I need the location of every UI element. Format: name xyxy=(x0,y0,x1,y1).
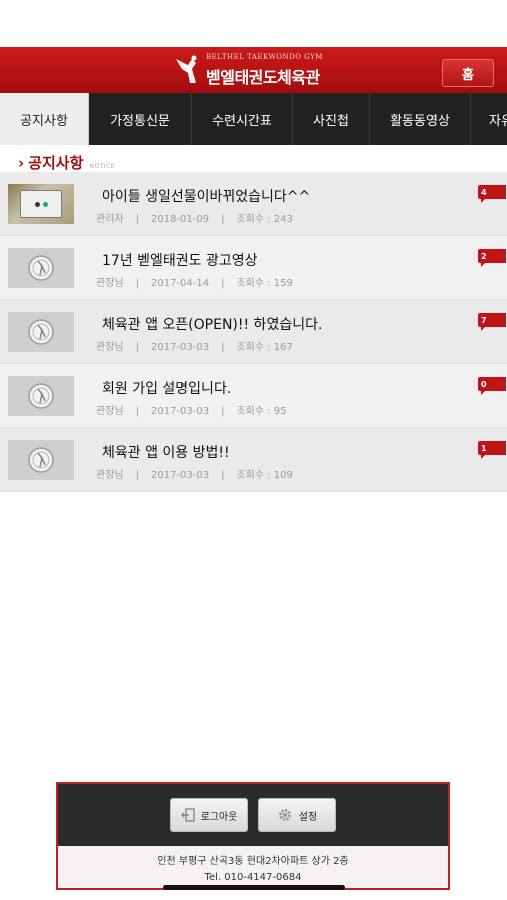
tab-notice[interactable]: 공지사항 xyxy=(0,93,89,145)
post-title: 체육관 앱 이용 방법!! xyxy=(102,445,230,461)
gym-emblem-icon xyxy=(28,319,54,345)
chevron-right-icon: › xyxy=(18,154,25,172)
list-item[interactable]: 체육관 앱 이용 방법!! 관장님 | 2017-03-03 | 조회수 : 109 1 xyxy=(0,428,507,492)
post-author: 관장님 xyxy=(96,342,124,353)
post-title: 체육관 앱 오픈(OPEN)!! 하였습니다. xyxy=(102,317,323,333)
post-views: 조회수 : 243 xyxy=(236,214,293,225)
footer-panel: 로그아웃 설정 인천 부평구 산곡3동 현대2차아파트 상가 2층 Tel. 0… xyxy=(56,782,450,890)
post-views: 조회수 : 159 xyxy=(236,278,293,289)
post-author: 관장님 xyxy=(96,406,124,417)
post-meta: 관장님 | 2017-03-03 | 조회수 : 95 xyxy=(96,406,287,417)
post-title: 회원 가입 설명입니다. xyxy=(102,381,232,397)
gym-emblem-icon xyxy=(28,255,54,281)
logout-icon xyxy=(180,808,195,822)
taekwondo-kick-logo-icon xyxy=(176,55,197,83)
list-item[interactable]: 17년 벧엘태권도 광고영상 관장님 | 2017-04-14 | 조회수 : 159 … xyxy=(0,236,507,300)
post-date: 2018-01-09 xyxy=(150,214,210,225)
post-thumbnail xyxy=(8,184,74,224)
section-subtitle: NOTICE xyxy=(89,163,116,170)
post-thumbnail xyxy=(8,312,74,352)
post-date: 2017-03-03 xyxy=(150,342,210,353)
notice-list: 아이들 생일선물이바뀌었습니다^^ 관리자 | 2018-01-09 | 조회수 : 2… xyxy=(0,172,507,492)
post-views: 조회수 : 109 xyxy=(236,470,293,481)
settings-button[interactable]: 설정 xyxy=(258,798,336,832)
gym-emblem-icon xyxy=(28,447,54,473)
gym-phone: Tel. 010-4147-0684 xyxy=(204,872,302,883)
section-title: 공지사항 xyxy=(28,154,84,172)
home-indicator-bar xyxy=(163,885,345,890)
logout-button[interactable]: 로그아웃 xyxy=(170,798,248,832)
tab-photos[interactable]: 사진첩 xyxy=(293,93,370,145)
list-item[interactable]: 회원 가입 설명입니다. 관장님 | 2017-03-03 | 조회수 : 95 0 xyxy=(0,364,507,428)
post-date: 2017-03-03 xyxy=(150,470,210,481)
post-meta: 관장님 | 2017-03-03 | 조회수 : 167 xyxy=(96,342,293,353)
category-tabs: 공지사항 가정통신문 수련시간표 사진첩 활동동영상 자유 xyxy=(0,93,507,145)
post-thumbnail xyxy=(8,248,74,288)
post-date: 2017-03-03 xyxy=(150,406,210,417)
post-thumbnail xyxy=(8,440,74,480)
gym-address: 인천 부평구 산곡3동 현대2차아파트 상가 2층 xyxy=(157,856,349,867)
post-meta: 관장님 | 2017-04-14 | 조회수 : 159 xyxy=(96,278,293,289)
brand-english-name: BELTHEL TAEKWONDO GYM xyxy=(206,53,323,61)
footer-actions: 로그아웃 설정 xyxy=(58,784,448,846)
post-date: 2017-04-14 xyxy=(150,278,210,289)
list-item[interactable]: 아이들 생일선물이바뀌었습니다^^ 관리자 | 2018-01-09 | 조회수 : 2… xyxy=(0,172,507,236)
comment-count-badge: 0 xyxy=(478,377,506,395)
app-header: BELTHEL TAEKWONDO GYM 벧엘태권도체육관 홈 xyxy=(0,47,507,93)
tab-schedule[interactable]: 수련시간표 xyxy=(192,93,293,145)
post-title: 아이들 생일선물이바뀌었습니다^^ xyxy=(102,189,311,205)
gift-photo-icon xyxy=(20,190,62,218)
logout-label: 로그아웃 xyxy=(200,811,238,823)
gym-emblem-icon xyxy=(28,383,54,409)
comment-count-badge: 7 xyxy=(478,313,506,331)
footer-contact: 인천 부평구 산곡3동 현대2차아파트 상가 2층 Tel. 010-4147-… xyxy=(58,854,448,886)
gear-icon xyxy=(278,809,291,821)
tab-videos[interactable]: 활동동영상 xyxy=(370,93,471,145)
post-author: 관리자 xyxy=(96,214,124,225)
post-views: 조회수 : 167 xyxy=(236,342,293,353)
brand-title: 벧엘태권도체육관 xyxy=(206,68,320,87)
post-meta: 관리자 | 2018-01-09 | 조회수 : 243 xyxy=(96,214,293,225)
post-author: 관장님 xyxy=(96,278,124,289)
post-views: 조회수 : 95 xyxy=(236,406,287,417)
home-button[interactable]: 홈 xyxy=(442,59,494,87)
list-item[interactable]: 체육관 앱 오픈(OPEN)!! 하였습니다. 관장님 | 2017-03-03 | 조… xyxy=(0,300,507,364)
settings-label: 설정 xyxy=(298,811,318,823)
comment-count-badge: 2 xyxy=(478,249,506,267)
post-thumbnail xyxy=(8,376,74,416)
tab-free-board[interactable]: 자유 xyxy=(471,93,507,145)
post-author: 관장님 xyxy=(96,470,124,481)
tab-newsletter[interactable]: 가정통신문 xyxy=(89,93,192,145)
comment-count-badge: 4 xyxy=(478,185,506,203)
section-heading: › 공지사항 NOTICE xyxy=(18,152,115,173)
post-title: 17년 벧엘태권도 광고영상 xyxy=(102,253,258,269)
post-meta: 관장님 | 2017-03-03 | 조회수 : 109 xyxy=(96,470,293,481)
comment-count-badge: 1 xyxy=(478,441,506,459)
